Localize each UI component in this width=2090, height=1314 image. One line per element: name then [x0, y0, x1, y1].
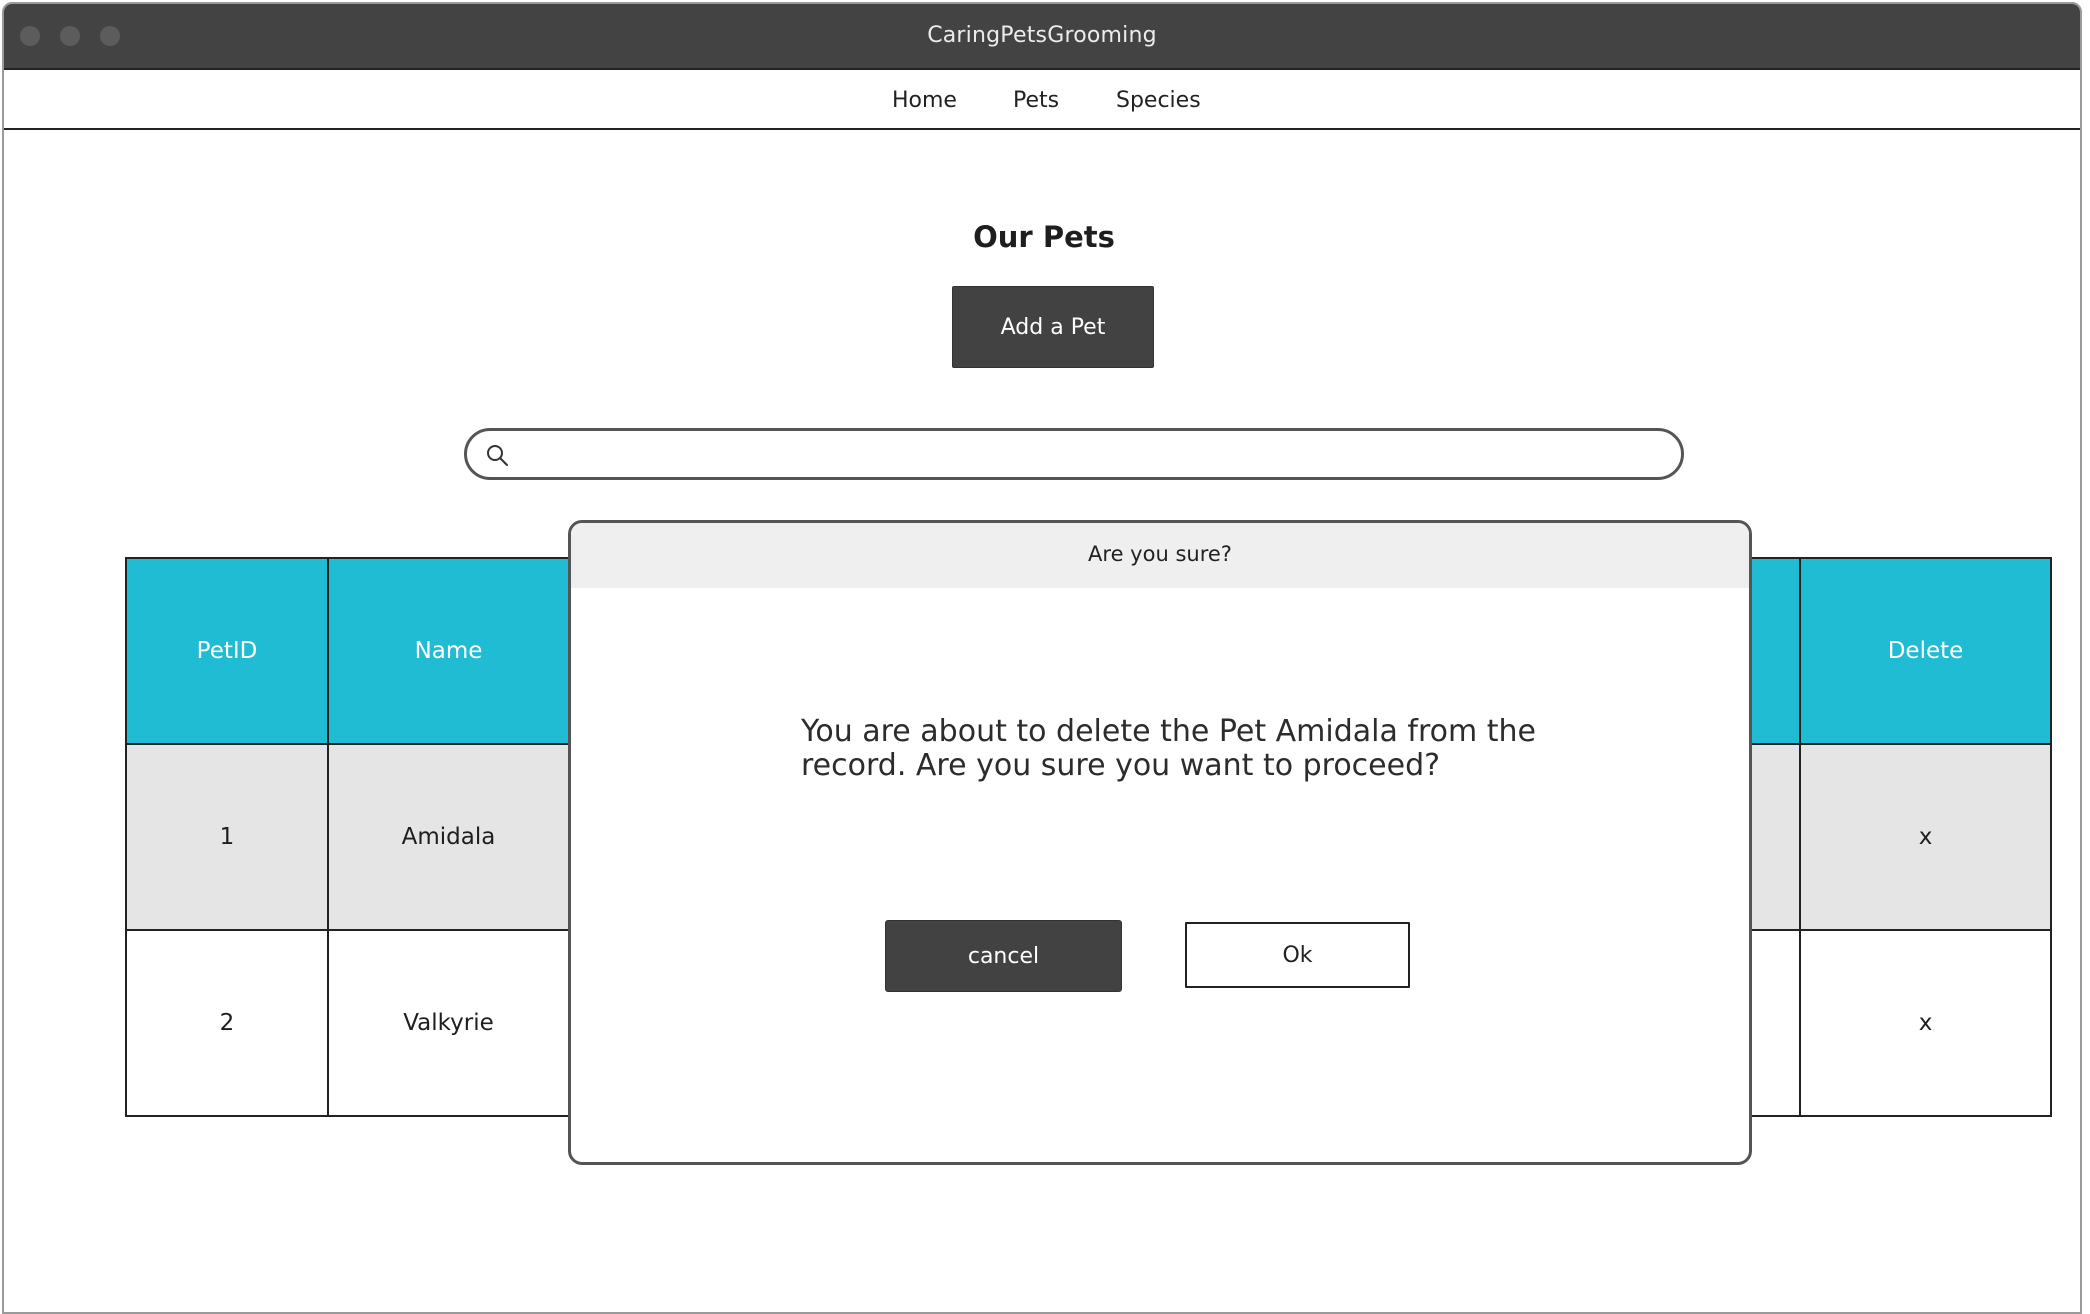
delete-row-button[interactable]: x — [1799, 743, 2052, 931]
cancel-button[interactable]: cancel — [885, 920, 1122, 992]
nav-home[interactable]: Home — [892, 88, 957, 113]
cell-name: Valkyrie — [327, 929, 570, 1117]
search-bar[interactable] — [464, 428, 1684, 480]
header-name: Name — [327, 557, 570, 745]
dialog-title: Are you sure? — [571, 523, 1749, 588]
header-petid: PetID — [125, 557, 329, 745]
window-title: CaringPetsGrooming — [927, 23, 1157, 48]
add-pet-button[interactable]: Add a Pet — [952, 286, 1154, 368]
header-delete: Delete — [1799, 557, 2052, 745]
title-bar: CaringPetsGrooming — [4, 4, 2080, 68]
search-icon — [485, 443, 509, 467]
nav-species[interactable]: Species — [1116, 88, 1201, 113]
confirm-delete-dialog: Are you sure? You are about to delete th… — [568, 520, 1752, 1165]
ok-button[interactable]: Ok — [1185, 922, 1410, 988]
cell-petid: 1 — [125, 743, 329, 931]
cell-petid: 2 — [125, 929, 329, 1117]
cell-name: Amidala — [327, 743, 570, 931]
delete-row-button[interactable]: x — [1799, 929, 2052, 1117]
search-input[interactable] — [523, 437, 1653, 471]
dialog-message: You are about to delete the Pet Amidala … — [801, 714, 1536, 783]
top-nav: Home Pets Species — [4, 68, 2080, 130]
app-window: CaringPetsGrooming Home Pets Species Our… — [2, 2, 2082, 1314]
page-title: Our Pets — [973, 220, 1115, 254]
nav-pets[interactable]: Pets — [1013, 88, 1059, 113]
